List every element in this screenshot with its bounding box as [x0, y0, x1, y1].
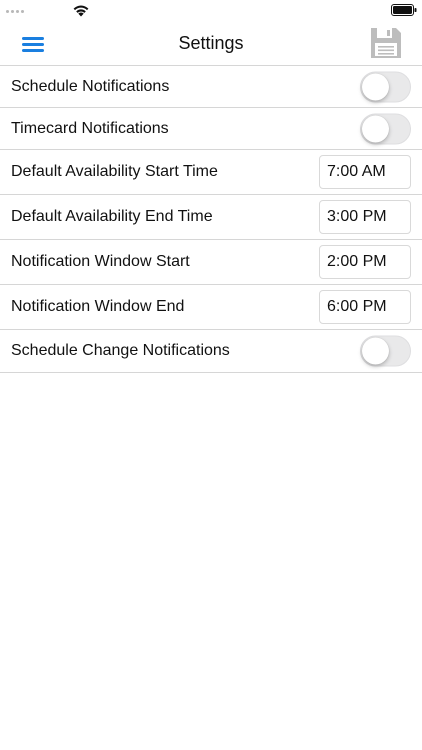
timecard-notifications-row: Timecard Notifications — [0, 108, 422, 150]
notification-window-start-label: Notification Window Start — [11, 253, 190, 270]
timecard-notifications-toggle[interactable] — [360, 113, 411, 144]
timecard-notifications-label: Timecard Notifications — [11, 119, 169, 137]
schedule-notifications-row: Schedule Notifications — [0, 66, 422, 108]
floppy-disk-icon[interactable] — [369, 26, 403, 60]
notification-window-start-field[interactable]: 2:00 PM — [319, 245, 411, 279]
schedule-notifications-label: Schedule Notifications — [11, 77, 170, 95]
status-bar — [0, 0, 422, 22]
toggle-knob — [362, 73, 389, 100]
settings-list: Schedule Notifications Timecard Notifica… — [0, 66, 422, 373]
default-availability-start-field[interactable]: 7:00 AM — [319, 155, 411, 189]
navigation-bar: Settings — [0, 22, 422, 66]
schedule-change-notifications-row: Schedule Change Notifications — [0, 330, 422, 373]
default-availability-end-field[interactable]: 3:00 PM — [319, 200, 411, 234]
battery-icon — [391, 4, 417, 16]
wifi-icon — [73, 5, 89, 17]
default-availability-start-row: Default Availability Start Time 7:00 AM — [0, 150, 422, 195]
notification-window-end-field[interactable]: 6:00 PM — [319, 290, 411, 324]
signal-dots-icon — [6, 10, 24, 13]
schedule-change-notifications-label: Schedule Change Notifications — [11, 342, 230, 359]
notification-window-end-row: Notification Window End 6:00 PM — [0, 285, 422, 330]
page-title: Settings — [178, 33, 244, 53]
default-availability-start-label: Default Availability Start Time — [11, 163, 218, 180]
schedule-notifications-toggle[interactable] — [360, 71, 411, 102]
default-availability-end-label: Default Availability End Time — [11, 208, 213, 225]
toggle-knob — [362, 337, 389, 365]
schedule-change-notifications-toggle[interactable] — [360, 335, 411, 367]
toggle-knob — [362, 115, 389, 142]
notification-window-start-row: Notification Window Start 2:00 PM — [0, 240, 422, 285]
default-availability-end-row: Default Availability End Time 3:00 PM — [0, 195, 422, 240]
notification-window-end-label: Notification Window End — [11, 298, 185, 315]
